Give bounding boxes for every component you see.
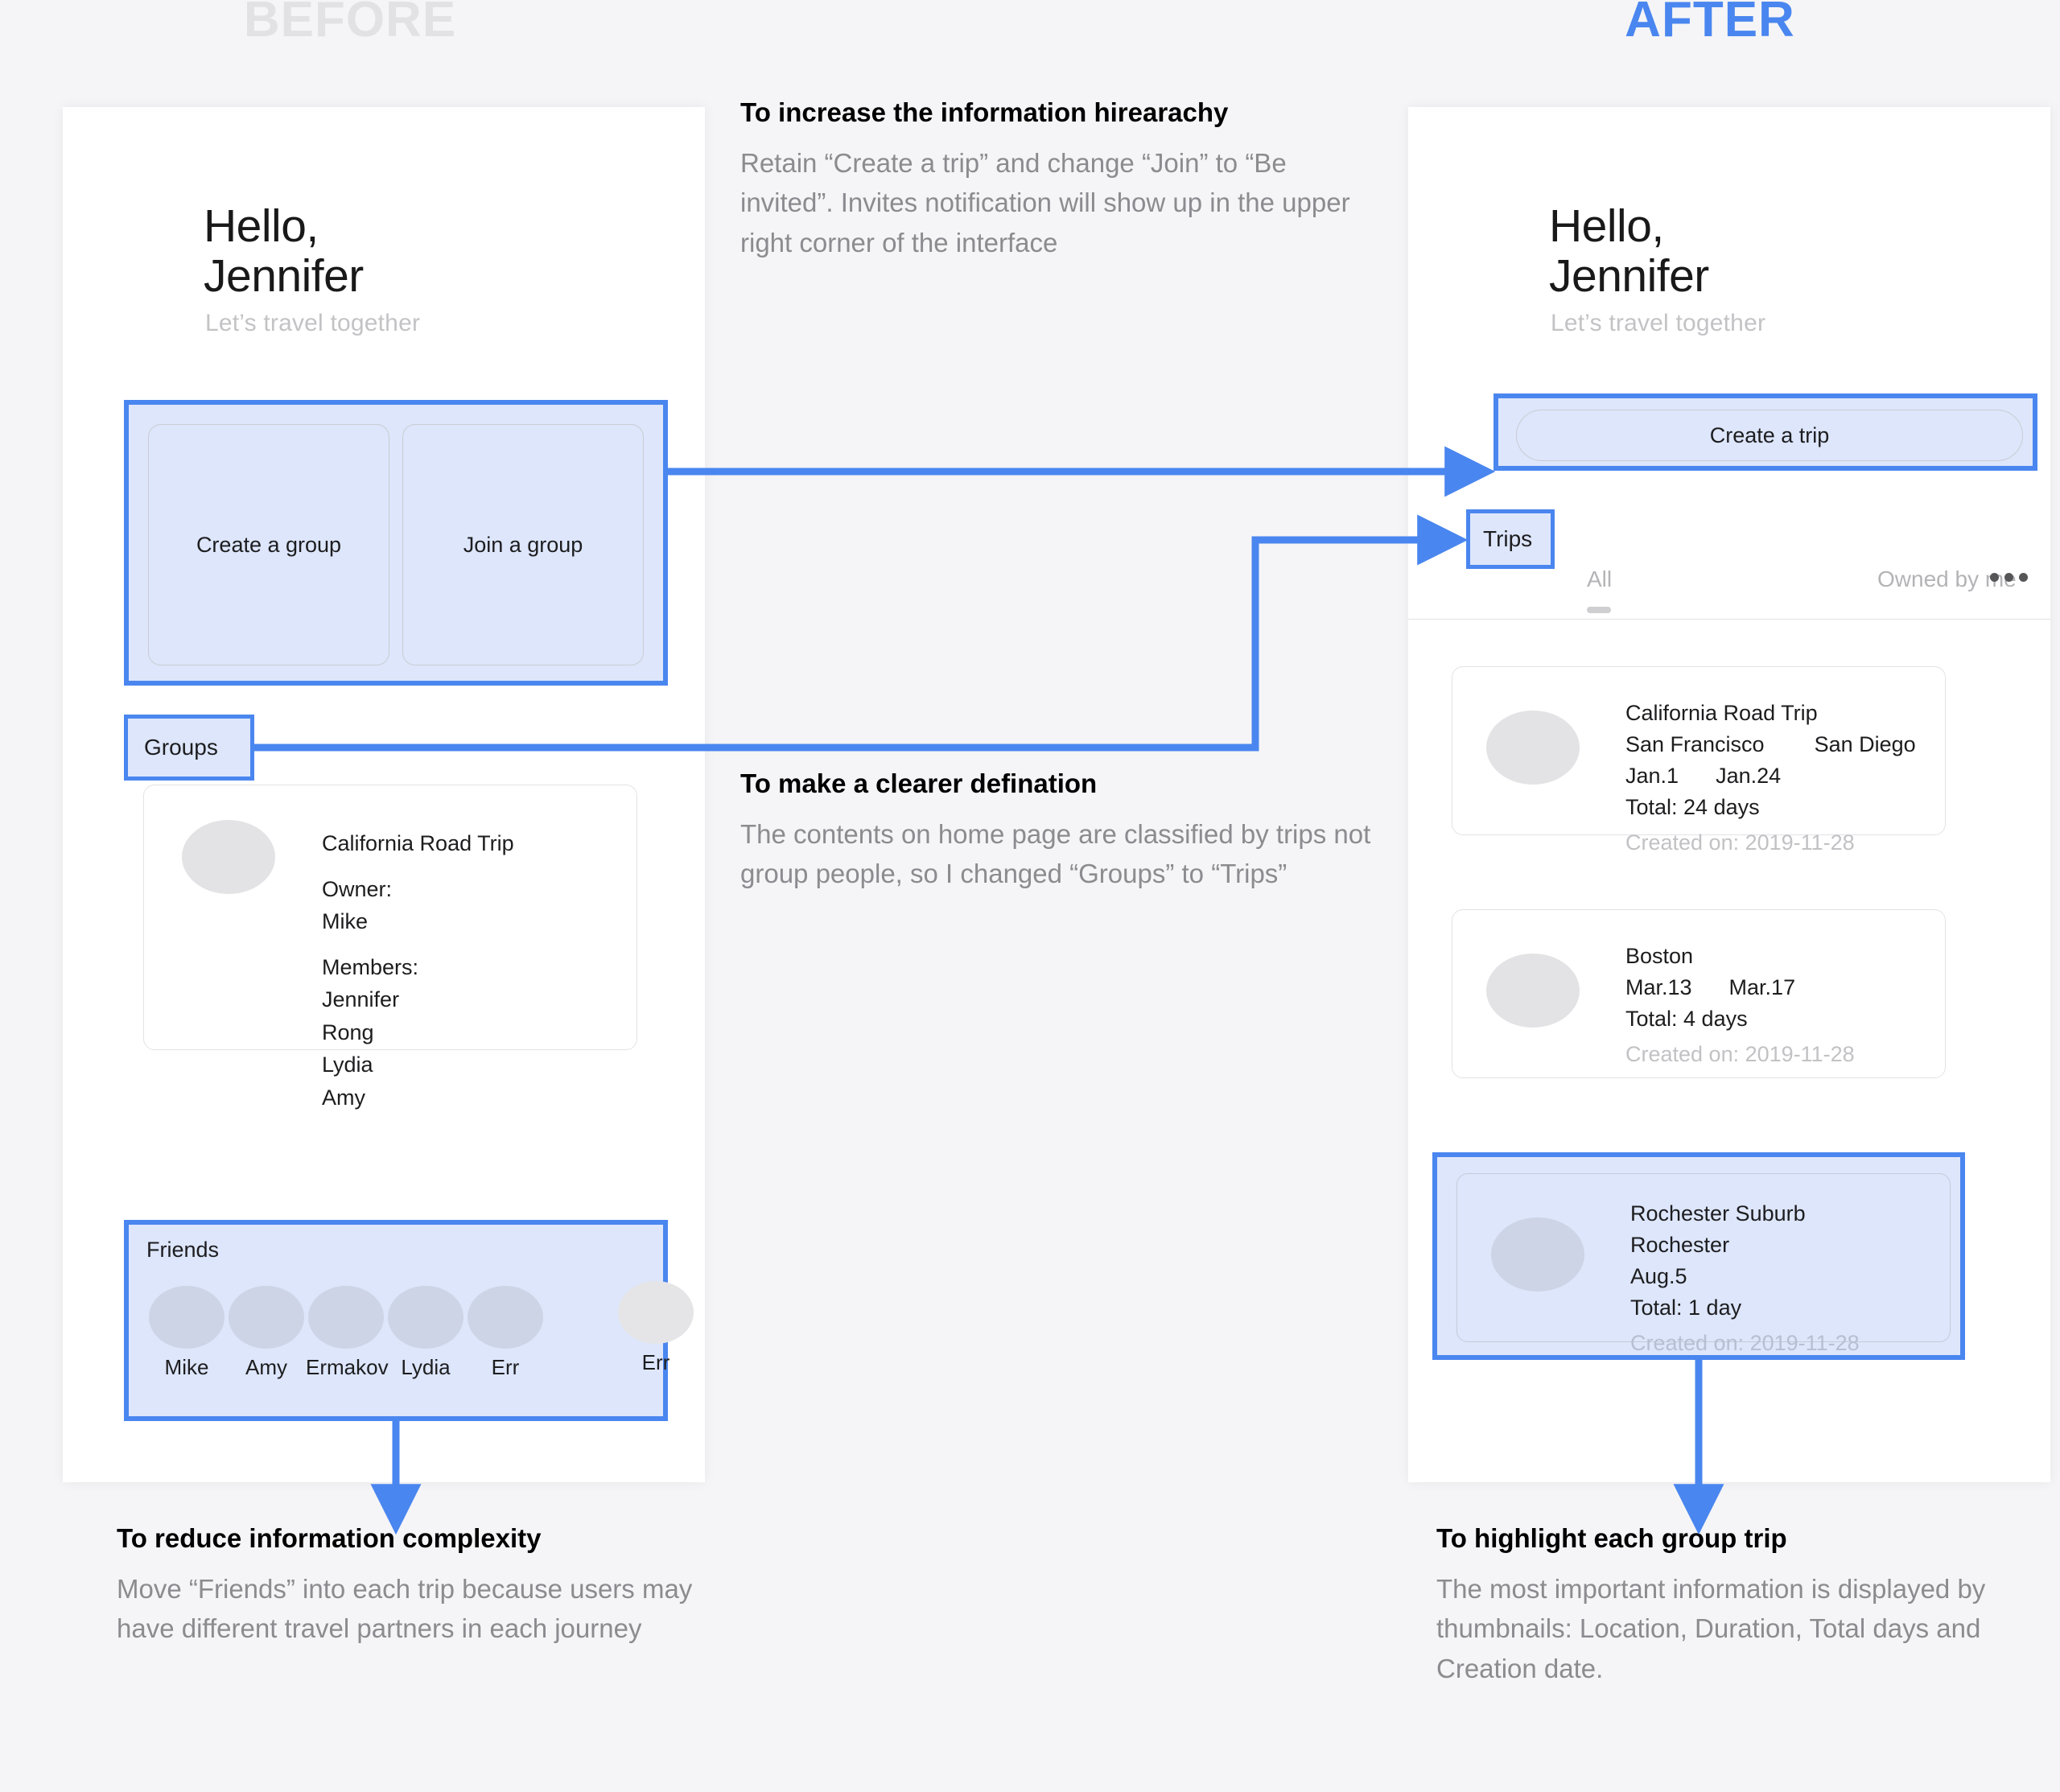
after-section-title: AFTER (1625, 0, 1795, 47)
friend-item-overflow[interactable]: Err (616, 1281, 696, 1375)
note-body: Retain “Create a trip” and change “Join”… (740, 147, 1350, 257)
trip-card-info: Rochester Suburb Rochester Aug.5 Total: … (1630, 1198, 1860, 1358)
note-clearer-definition: To make a clearer defination The content… (740, 766, 1384, 894)
group-member: Rong (322, 1020, 374, 1044)
trip-thumbnail-icon (1486, 954, 1580, 1028)
comparison-canvas: BEFORE AFTER Hello, Jennifer Let’s trave… (0, 0, 2060, 1792)
trip-dates: Jan.1 Jan.24 (1625, 760, 1916, 792)
trip-created-on: Created on: 2019-11-28 (1625, 1041, 1855, 1066)
trip-thumbnail-icon (1486, 711, 1580, 785)
trip-origin: Rochester (1630, 1232, 1730, 1257)
groups-label: Groups (144, 735, 218, 760)
friend-name: Err (641, 1350, 670, 1374)
trip-end-date: Mar.17 (1728, 974, 1796, 999)
after-subgreeting: Let’s travel together (1551, 310, 1766, 336)
friend-name: Lydia (401, 1355, 451, 1379)
note-highlight-group-trip: To highlight each group trip The most im… (1436, 1521, 2060, 1688)
join-a-group-button[interactable]: Join a group (402, 424, 644, 665)
tab-all[interactable]: All (1587, 566, 1612, 592)
trip-total: Total: 24 days (1625, 794, 1760, 819)
before-subgreeting: Let’s travel together (205, 310, 421, 336)
trip-end-date: Jan.24 (1716, 763, 1782, 788)
highlight-friends-strip: Friends Mike Amy Ermakov Lydia Err (124, 1220, 668, 1421)
friend-item[interactable]: Lydia (385, 1286, 466, 1380)
group-card-body: California Road Trip Owner: Mike Members… (322, 827, 514, 1114)
friend-avatar-icon (149, 1286, 225, 1349)
group-members-label: Members: (322, 954, 419, 979)
group-owner-name: Mike (322, 909, 369, 933)
friend-avatar-icon (388, 1286, 464, 1349)
highlight-trip-card: Rochester Suburb Rochester Aug.5 Total: … (1432, 1152, 1965, 1360)
tab-all-indicator (1587, 607, 1611, 613)
group-member: Amy (322, 1085, 365, 1110)
before-greeting-line2: Jennifer (204, 249, 364, 302)
friend-item[interactable]: Mike (146, 1286, 227, 1380)
trip-title: Boston (1625, 944, 1694, 968)
trip-card-info: California Road Trip San Francisco San Di… (1625, 698, 1916, 858)
friend-name: Mike (164, 1355, 209, 1379)
group-owner-label: Owner: (322, 876, 393, 901)
note-heading: To make a clearer defination (740, 768, 1098, 798)
group-member: Jennifer (322, 987, 400, 1011)
group-card[interactable]: California Road Trip Owner: Mike Members… (143, 785, 637, 1110)
trip-total: Total: 4 days (1625, 1006, 1748, 1031)
before-greeting-line1: Hello, (204, 200, 319, 252)
trip-start-date: Jan.1 (1625, 763, 1679, 788)
trip-origin: San Francisco (1625, 731, 1765, 756)
trips-label: Trips (1483, 526, 1533, 551)
friend-name: Amy (245, 1355, 287, 1379)
highlight-create-trip: Create a trip (1494, 393, 2037, 471)
trip-destination: San Diego (1814, 731, 1916, 756)
trip-card[interactable]: California Road Trip San Francisco San Di… (1452, 666, 1946, 855)
group-card-title: California Road Trip (322, 831, 514, 855)
trip-dates: Mar.13 Mar.17 (1625, 972, 1855, 1003)
note-reduce-complexity: To reduce information complexity Move “F… (117, 1521, 728, 1649)
trip-total: Total: 1 day (1630, 1295, 1742, 1320)
note-heading: To increase the information hirearachy (740, 97, 1229, 127)
friend-avatar-icon (618, 1281, 694, 1344)
group-member: Lydia (322, 1053, 373, 1077)
group-avatar-icon (182, 820, 275, 894)
friend-item[interactable]: Err (465, 1286, 546, 1380)
friend-name: Err (491, 1355, 520, 1379)
note-information-hierarchy: To increase the information hirearachy R… (740, 95, 1352, 262)
highlight-group-buttons: Create a group Join a group (124, 400, 668, 686)
trip-route: San Francisco San Diego (1625, 729, 1916, 760)
friend-avatar-icon (308, 1286, 384, 1349)
highlight-trips-label: Trips (1466, 509, 1555, 569)
friend-avatar-icon (468, 1286, 543, 1349)
before-greeting: Hello, Jennifer (204, 200, 364, 302)
friend-name: Ermakov (306, 1355, 389, 1379)
ellipsis-icon[interactable] (1990, 573, 2028, 582)
trip-card[interactable]: Rochester Suburb Rochester Aug.5 Total: … (1456, 1173, 1951, 1355)
trip-card[interactable]: Boston Mar.13 Mar.17 Total: 4 days Create… (1452, 909, 1946, 1078)
note-body: The contents on home page are classified… (740, 818, 1371, 889)
note-heading: To highlight each group trip (1436, 1523, 1787, 1553)
trip-created-on: Created on: 2019-11-28 (1625, 830, 1855, 855)
trip-title: Rochester Suburb (1630, 1201, 1806, 1226)
friend-item[interactable]: Ermakov (306, 1286, 389, 1380)
trip-title: California Road Trip (1625, 701, 1818, 725)
create-a-group-button[interactable]: Create a group (148, 424, 389, 665)
after-greeting-line2: Jennifer (1549, 249, 1709, 302)
trip-thumbnail-icon (1491, 1217, 1584, 1291)
after-greeting-line1: Hello, (1549, 200, 1664, 252)
trip-card-info: Boston Mar.13 Mar.17 Total: 4 days Create… (1625, 941, 1855, 1070)
trip-created-on: Created on: 2019-11-28 (1630, 1330, 1860, 1355)
create-a-trip-button[interactable]: Create a trip (1516, 410, 2023, 461)
before-section-title: BEFORE (243, 0, 457, 47)
trip-start-date: Aug.5 (1630, 1263, 1687, 1288)
friends-label: Friends (146, 1238, 220, 1262)
friend-avatar-icon (229, 1286, 304, 1349)
after-greeting: Hello, Jennifer (1549, 200, 1709, 302)
friend-item[interactable]: Amy (226, 1286, 307, 1380)
note-body: The most important information is displa… (1436, 1573, 1986, 1683)
trip-start-date: Mar.13 (1625, 974, 1692, 999)
highlight-groups-label: Groups (124, 715, 254, 781)
note-body: Move “Friends” into each trip because us… (117, 1573, 693, 1644)
note-heading: To reduce information complexity (117, 1523, 542, 1553)
